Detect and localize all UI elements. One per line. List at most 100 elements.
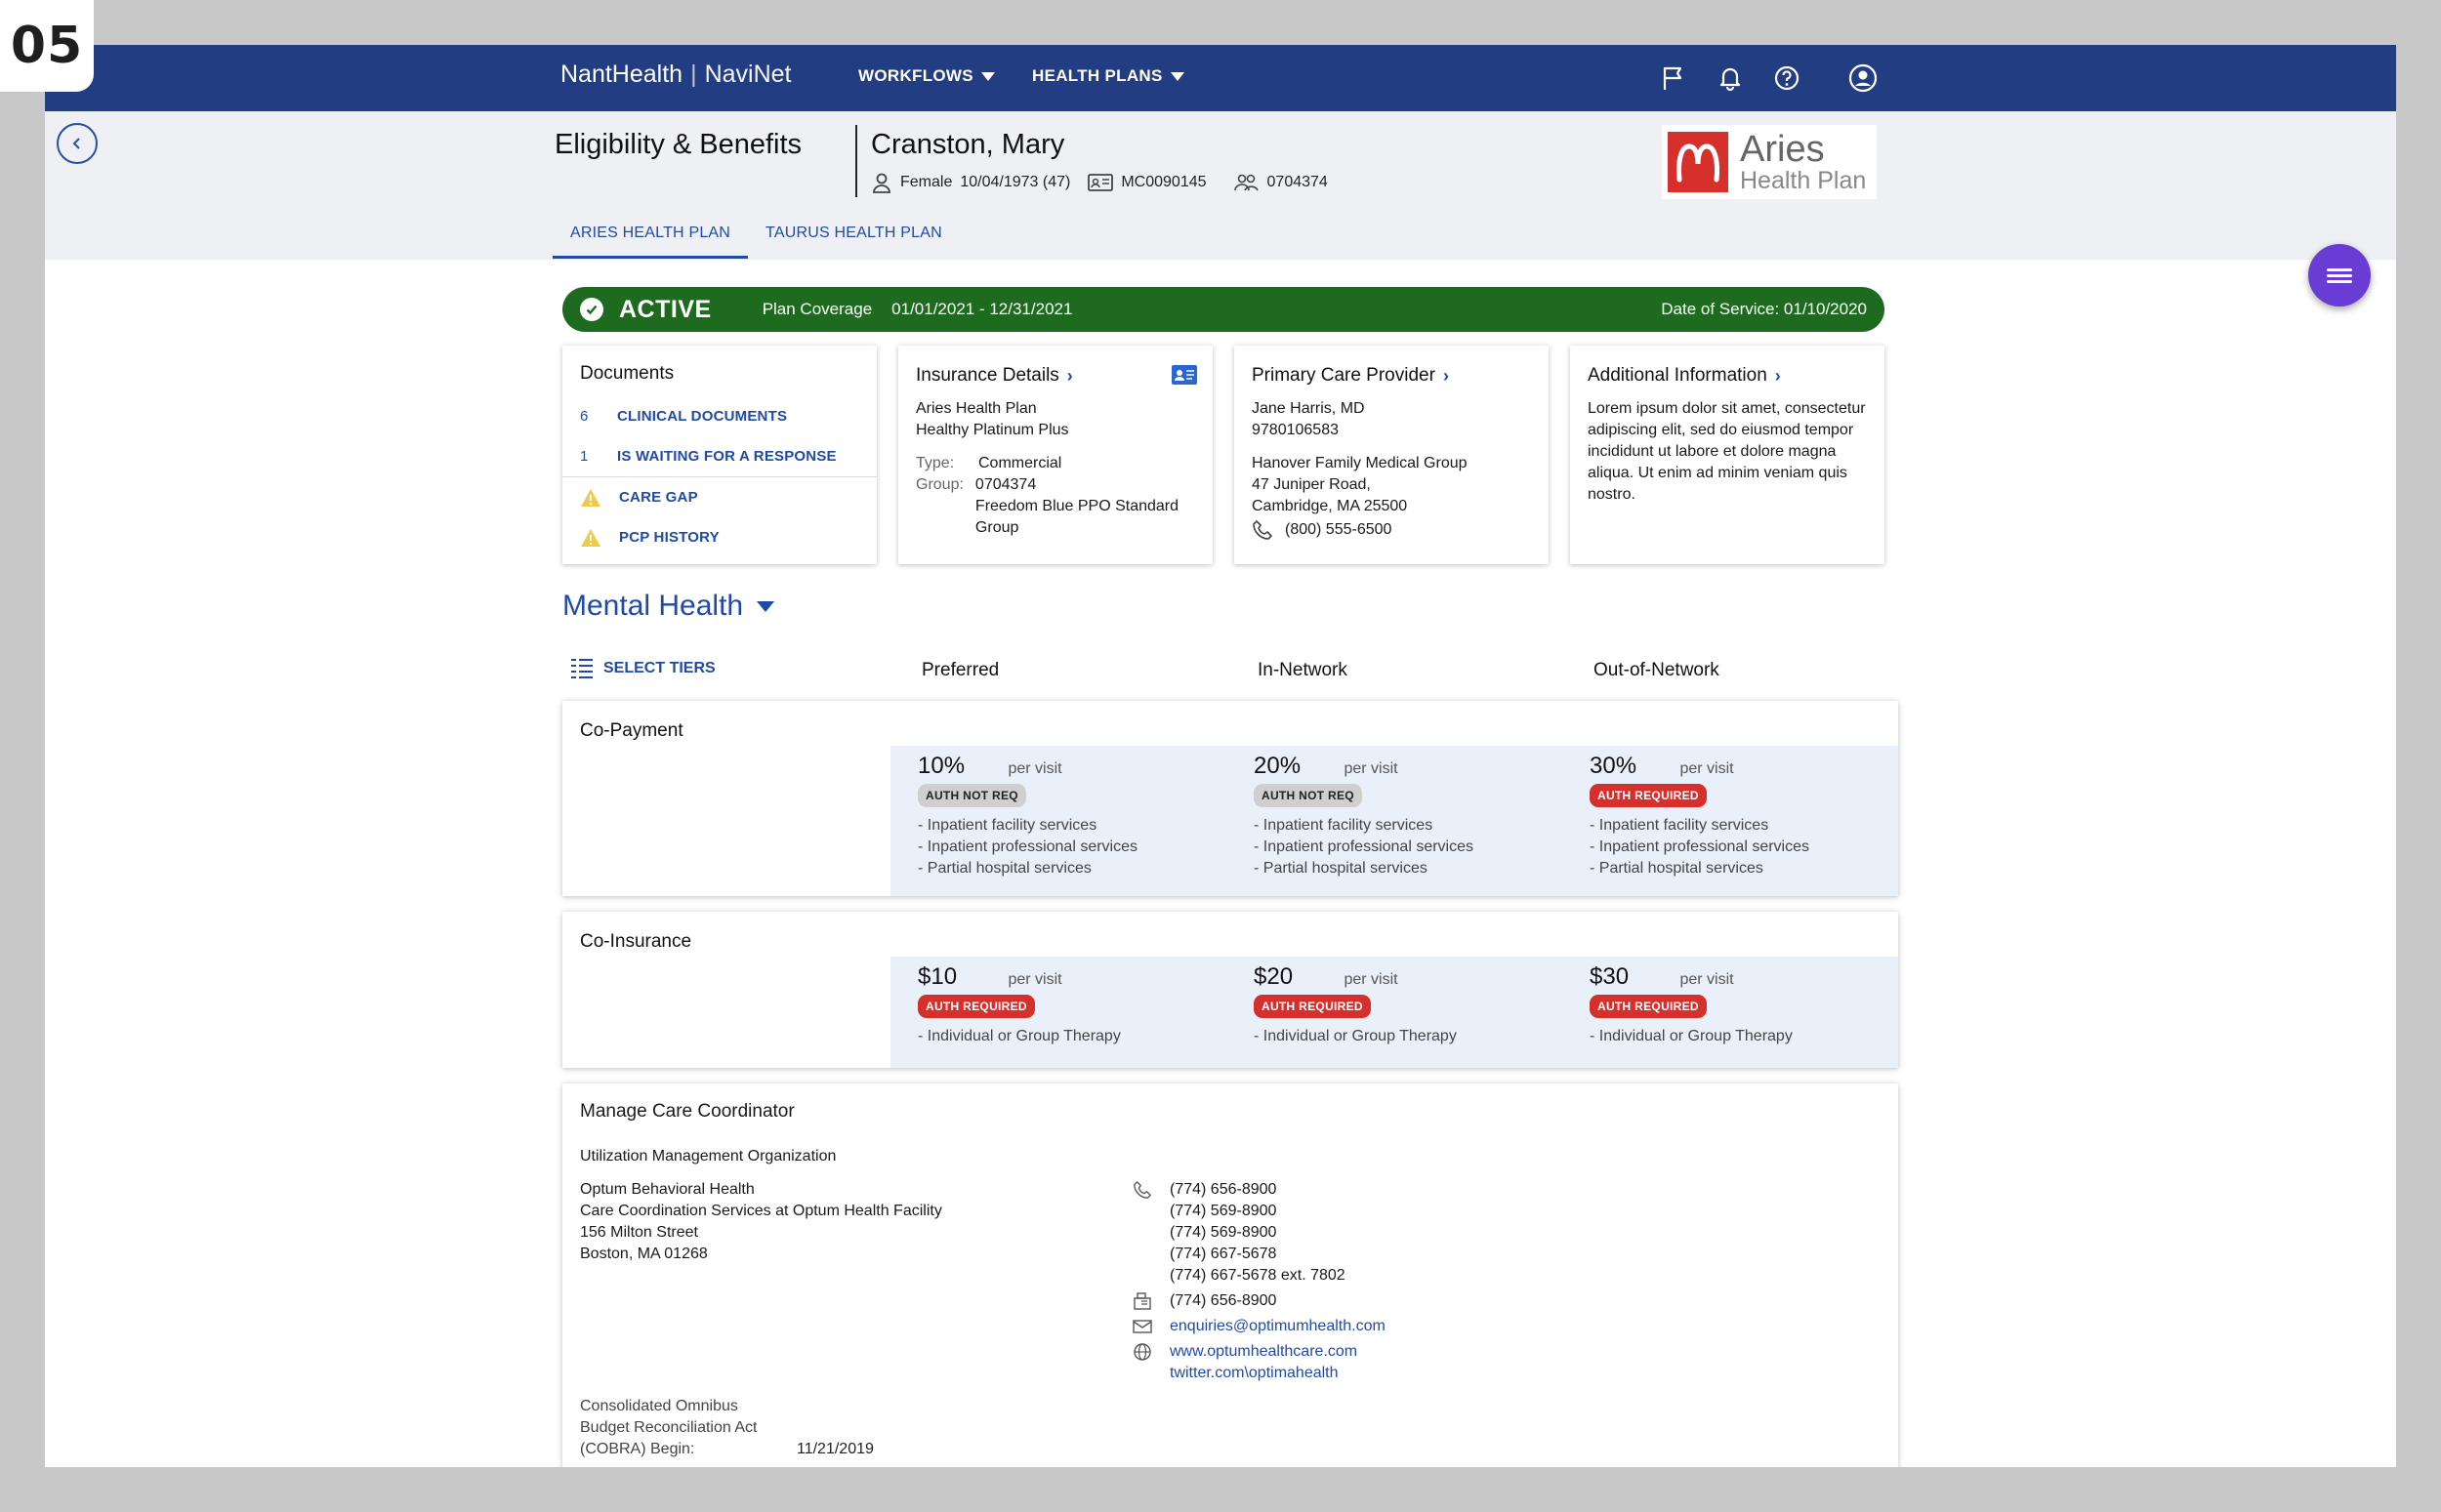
coins-out-of-network-cell: $30 per visit AUTH REQUIRED - Individual… — [1562, 957, 1898, 1068]
waiting-response-count: 1 — [580, 447, 589, 465]
additional-info-link[interactable]: Additional Information › — [1588, 365, 1867, 387]
member-card-icon[interactable] — [1172, 365, 1197, 391]
copay-in-network-cell: 20% per visit AUTH NOT REQ Inpatient fac… — [1226, 746, 1562, 896]
member-id: MC0090145 — [1121, 174, 1207, 190]
waiting-response-link[interactable]: 1 IS WAITING FOR A RESPONSE — [580, 436, 859, 476]
cobra-label: Consolidated Omnibus Budget Reconciliati… — [580, 1396, 757, 1460]
benefit-category-dropdown[interactable]: Mental Health — [562, 590, 775, 623]
cobra-date: 11/21/2019 — [797, 1441, 874, 1457]
chevron-down-icon — [1170, 71, 1184, 81]
tier-in-network: In-Network — [1258, 660, 1347, 680]
cobra-label-line: Budget Reconciliation Act — [580, 1419, 758, 1436]
insurance-group-key: Group: — [916, 476, 964, 493]
copay-out-of-network-cell: 30% per visit AUTH REQUIRED Inpatient fa… — [1562, 746, 1898, 896]
pcp-title: Primary Care Provider — [1252, 365, 1435, 386]
insurance-details-card: Insurance Details › Aries Health Plan Hea… — [898, 346, 1213, 564]
umo-label: Utilization Management Organization — [580, 1148, 837, 1165]
help-icon[interactable] — [1771, 62, 1802, 94]
insurance-product: Healthy Platinum Plus — [916, 422, 1069, 438]
copay-value: 10% — [918, 753, 966, 779]
email-link[interactable]: enquiries@optimumhealth.com — [1170, 1316, 1386, 1337]
health-plans-menu[interactable]: HEALTH PLANS — [1032, 66, 1184, 86]
tier-preferred: Preferred — [922, 660, 1000, 680]
documents-card: Documents 6 CLINICAL DOCUMENTS 1 IS WAIT… — [562, 346, 877, 564]
pcp-address2: Cambridge, MA 25500 — [1252, 498, 1408, 514]
logo-line1: Aries — [1740, 129, 1825, 170]
benefit-category-title: Mental Health — [562, 590, 744, 622]
copay-preferred-cell: 10% per visit AUTH NOT REQ Inpatient fac… — [890, 746, 1226, 896]
insurance-plan-name: Aries Health Plan — [916, 400, 1037, 417]
waiting-response-label: IS WAITING FOR A RESPONSE — [617, 447, 837, 465]
documents-title: Documents — [580, 363, 675, 384]
coins-in-network-cell: $20 per visit AUTH REQUIRED - Individual… — [1226, 957, 1562, 1068]
globe-icon — [1133, 1341, 1152, 1363]
pcp-history-link[interactable]: PCP HISTORY — [580, 517, 859, 557]
care-coordinator-title: Manage Care Coordinator — [580, 1101, 795, 1122]
select-tiers-button[interactable]: SELECT TIERS — [570, 658, 716, 679]
nav-icons — [1658, 62, 1879, 94]
brand-logo[interactable]: NantHealth | NaviNet — [560, 61, 792, 89]
address-line: Boston, MA 01268 — [580, 1246, 708, 1262]
tab-taurus-health-plan[interactable]: TAURUS HEALTH PLAN — [748, 215, 960, 259]
brand-name: NantHealth — [560, 61, 683, 88]
service-item: Partial hospital services — [918, 858, 1199, 879]
eligibility-status-bar: ACTIVE Plan Coverage 01/01/2021 - 12/31/… — [562, 287, 1884, 332]
care-gap-link[interactable]: CARE GAP — [580, 477, 859, 517]
patient-gender: Female — [900, 174, 953, 190]
insurance-details-link[interactable]: Insurance Details › — [916, 365, 1195, 387]
plan-tabs: ARIES HEALTH PLAN TAURUS HEALTH PLAN — [553, 215, 960, 259]
coverage-label: Plan Coverage — [762, 300, 873, 318]
tier-header-row: SELECT TIERS Preferred In-Network Out-of… — [570, 658, 1879, 697]
phone-number: (774) 667-5678 — [1170, 1246, 1277, 1262]
tab-aries-health-plan[interactable]: ARIES HEALTH PLAN — [553, 215, 749, 259]
auth-badge: AUTH NOT REQ — [1254, 784, 1362, 807]
status-label: ACTIVE — [619, 295, 712, 323]
coins-unit: per visit — [1679, 971, 1734, 988]
email-icon — [1133, 1316, 1152, 1337]
coins-unit: per visit — [1008, 971, 1062, 988]
phone-number: (774) 656-8900 — [1170, 1181, 1277, 1198]
copay-unit: per visit — [1008, 760, 1062, 777]
twitter-link[interactable]: twitter.com\optimahealth — [1170, 1365, 1339, 1381]
back-button[interactable] — [57, 123, 98, 164]
phone-number: (774) 667-5678 ext. 7802 — [1170, 1267, 1345, 1284]
clinical-documents-link[interactable]: 6 CLINICAL DOCUMENTS — [580, 396, 859, 436]
pcp-card: Primary Care Provider › Jane Harris, MD 9… — [1234, 346, 1549, 564]
check-circle-icon — [580, 298, 603, 321]
contact-list: (774) 656-8900 (774) 569-8900 (774) 569-… — [1133, 1179, 1386, 1384]
auth-badge: AUTH REQUIRED — [1254, 995, 1371, 1018]
fax-icon — [1133, 1290, 1152, 1312]
insurance-details-title: Insurance Details — [916, 365, 1059, 386]
address-line: 156 Milton Street — [580, 1224, 698, 1241]
patient-meta: Female 10/04/1973 (47) MC0090145 0704374 — [871, 172, 1328, 193]
auth-badge: AUTH REQUIRED — [1590, 995, 1707, 1018]
group-id: 0704374 — [1266, 174, 1328, 190]
service-item: Inpatient professional services — [1590, 837, 1871, 858]
coins-preferred-cell: $10 per visit AUTH REQUIRED - Individual… — [890, 957, 1226, 1068]
coinsurance-label: Co-Insurance — [580, 931, 692, 952]
coins-value: $20 — [1254, 963, 1294, 990]
patient-name: Cranston, Mary — [871, 129, 1065, 160]
tier-out-of-network: Out-of-Network — [1593, 660, 1719, 680]
service-item: Inpatient facility services — [918, 815, 1199, 837]
warning-icon — [581, 488, 600, 507]
flag-icon[interactable] — [1658, 62, 1689, 94]
care-gap-label: CARE GAP — [619, 488, 698, 506]
chevron-right-icon: › — [1442, 366, 1449, 386]
bell-icon[interactable] — [1715, 62, 1746, 94]
coins-value: $30 — [1590, 963, 1630, 990]
workflows-menu-label: WORKFLOWS — [858, 66, 973, 85]
additional-info-text: Lorem ipsum dolor sit amet, consectetur … — [1588, 400, 1866, 503]
account-icon[interactable] — [1847, 62, 1879, 94]
menu-fab-button[interactable] — [2308, 244, 2371, 306]
auth-badge: AUTH REQUIRED — [918, 995, 1035, 1018]
workflows-menu[interactable]: WORKFLOWS — [858, 66, 995, 86]
website-link[interactable]: www.optumhealthcare.com — [1170, 1343, 1357, 1360]
chevron-down-icon — [980, 71, 995, 81]
insurance-group-name: Freedom Blue PPO Standard Group — [974, 498, 1179, 536]
copay-unit: per visit — [1679, 760, 1734, 777]
coins-note: - Individual or Group Therapy — [918, 1028, 1121, 1044]
pcp-link[interactable]: Primary Care Provider › — [1252, 365, 1531, 387]
chevron-right-icon: › — [1066, 366, 1073, 386]
header-divider — [855, 125, 857, 197]
